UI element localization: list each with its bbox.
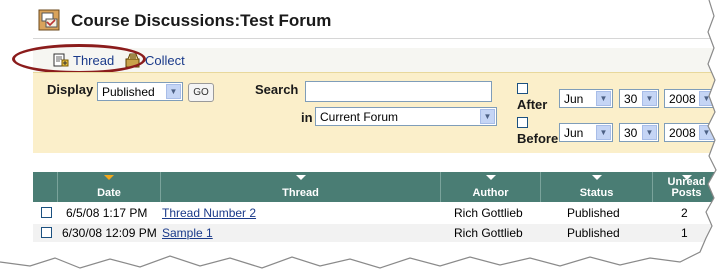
chevron-down-icon: ▼: [166, 84, 181, 99]
collect-button[interactable]: Collect: [125, 51, 185, 69]
row-status: Published: [567, 226, 620, 240]
chevron-down-icon: ▼: [596, 91, 611, 106]
row-unread-count: 1: [681, 226, 688, 240]
row-checkbox[interactable]: [41, 207, 52, 218]
before-year-value: 2008: [669, 125, 696, 140]
forum-window: Course Discussions:Test Forum Thread Col…: [0, 0, 720, 279]
page-title: Course Discussions:Test Forum: [71, 11, 332, 30]
before-month-select[interactable]: Jun ▼: [559, 123, 613, 142]
column-label: Date: [97, 187, 121, 199]
row-date: 6/5/08 1:17 PM: [66, 206, 148, 220]
sort-arrow-icon: [681, 175, 692, 180]
display-value: Published: [102, 84, 155, 99]
after-day-select[interactable]: 30 ▼: [619, 89, 659, 108]
column-header-date[interactable]: Date: [57, 172, 160, 202]
column-header-thread[interactable]: Thread: [160, 172, 440, 202]
chevron-down-icon: ▼: [642, 91, 657, 106]
collect-label: Collect: [145, 52, 185, 68]
before-month-value: Jun: [564, 125, 584, 140]
before-day-select[interactable]: 30 ▼: [619, 123, 659, 142]
after-label: After: [517, 97, 548, 112]
after-checkbox[interactable]: [517, 83, 528, 94]
column-label: Author: [472, 187, 509, 199]
chevron-down-icon: ▼: [596, 125, 611, 140]
column-header-status[interactable]: Status: [540, 172, 652, 202]
before-checkbox[interactable]: [517, 117, 528, 128]
sort-arrow-icon: [295, 175, 306, 180]
column-label: Thread: [282, 187, 319, 199]
in-label: in: [301, 110, 313, 125]
search-scope-value: Current Forum: [320, 109, 399, 124]
after-day-value: 30: [624, 91, 638, 106]
before-label: Before: [517, 131, 559, 146]
row-checkbox[interactable]: [41, 227, 52, 238]
row-author: Rich Gottlieb: [454, 206, 523, 220]
before-year-select[interactable]: 2008 ▼: [664, 123, 716, 142]
after-month-value: Jun: [564, 91, 584, 106]
thread-link[interactable]: Sample 1: [162, 226, 213, 240]
before-day-value: 30: [624, 125, 638, 140]
chevron-down-icon: ▼: [642, 125, 657, 140]
table-row: 6/30/08 12:09 PM Sample 1 Rich Gottlieb …: [33, 224, 720, 242]
filter-panel: Display Published ▼ GO Search in Current…: [33, 72, 720, 153]
row-unread-count: 2: [681, 206, 688, 220]
search-scope-select[interactable]: Current Forum ▼: [315, 107, 497, 126]
action-bar: Thread Collect: [33, 48, 720, 72]
column-header-author[interactable]: Author: [440, 172, 540, 202]
select-column-header: [33, 172, 57, 202]
table-row: 6/5/08 1:17 PM Thread Number 2 Rich Gott…: [33, 204, 720, 222]
row-status: Published: [567, 206, 620, 220]
search-label: Search: [255, 82, 299, 97]
row-author: Rich Gottlieb: [454, 226, 523, 240]
after-month-select[interactable]: Jun ▼: [559, 89, 613, 108]
thread-link[interactable]: Thread Number 2: [162, 206, 256, 220]
row-date: 6/30/08 12:09 PM: [62, 226, 157, 240]
collect-icon: [125, 53, 140, 68]
after-year-value: 2008: [669, 91, 696, 106]
discussion-board-icon: [38, 9, 60, 31]
chevron-down-icon: ▼: [480, 109, 495, 124]
new-thread-button[interactable]: Thread: [53, 51, 114, 69]
title-bar: Course Discussions:Test Forum: [33, 4, 720, 39]
after-year-select[interactable]: 2008 ▼: [664, 89, 716, 108]
chevron-down-icon: ▼: [699, 91, 714, 106]
go-button[interactable]: GO: [188, 83, 214, 102]
table-header: Date Thread Author Status Unread Posts: [33, 172, 720, 202]
column-label: Status: [579, 187, 614, 199]
new-thread-label: Thread: [73, 52, 115, 68]
sort-arrow-icon: [485, 175, 496, 180]
search-input[interactable]: [305, 81, 492, 102]
display-select[interactable]: Published ▼: [97, 82, 183, 101]
column-header-unread-posts[interactable]: Unread Posts: [652, 172, 720, 202]
column-label: Posts: [671, 187, 702, 199]
sort-arrow-icon: [591, 175, 602, 180]
sort-indicator-icon: [104, 175, 114, 180]
chevron-down-icon: ▼: [699, 125, 714, 140]
display-label: Display: [47, 82, 94, 97]
new-thread-icon: [53, 53, 69, 67]
